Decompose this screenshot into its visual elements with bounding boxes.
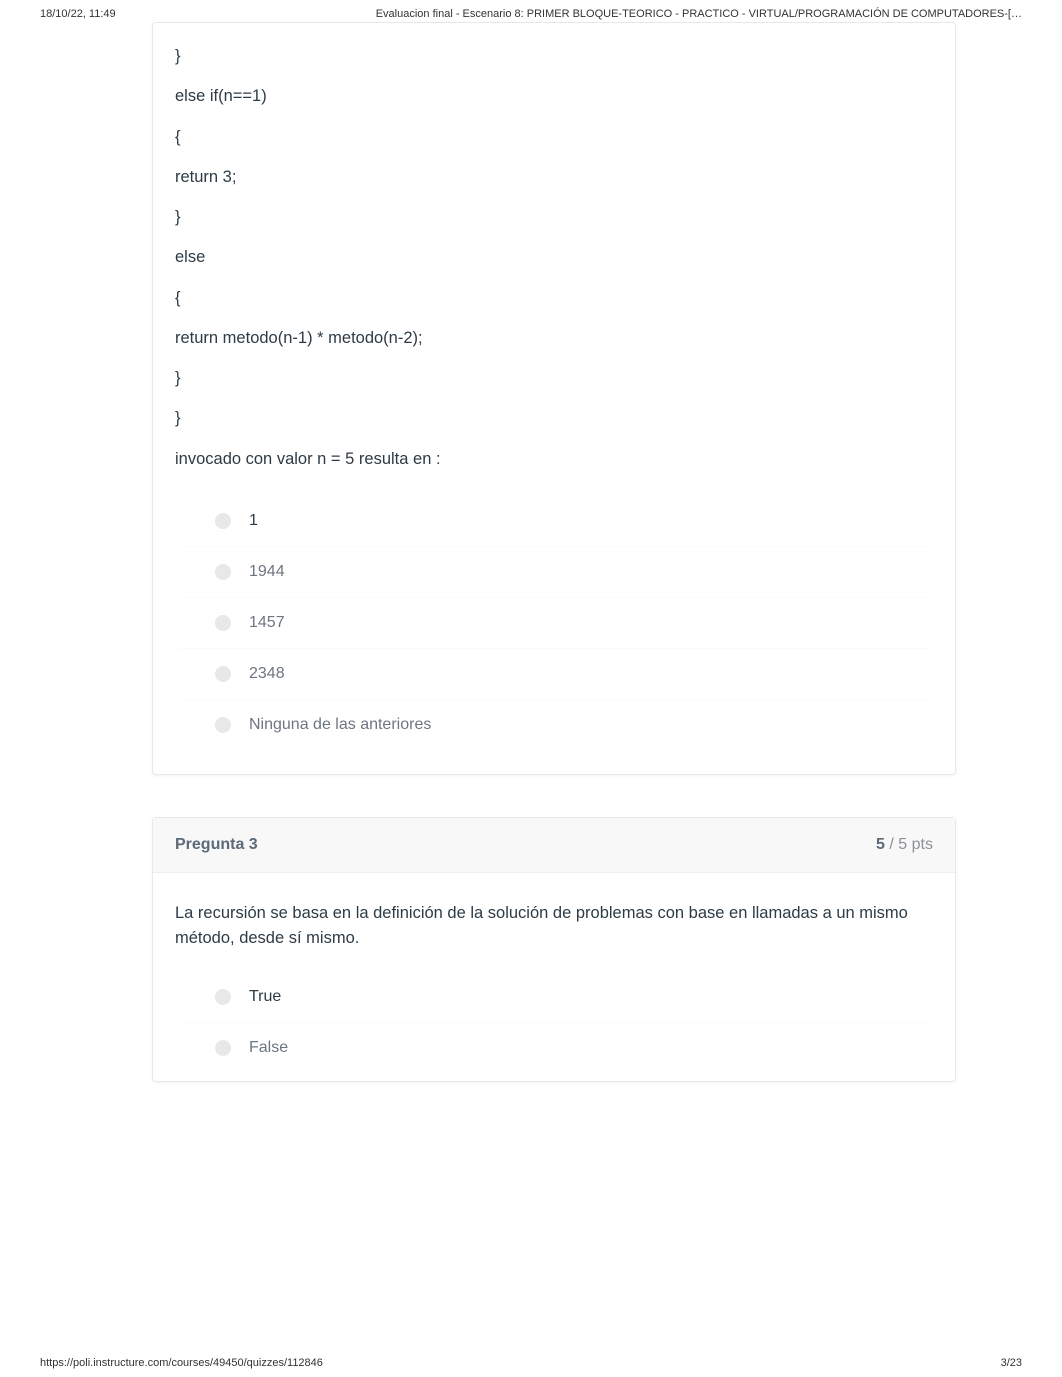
code-line: return metodo(n-1) * metodo(n-2); — [175, 327, 933, 349]
question-2-card: } else if(n==1) { return 3; } else { ret… — [152, 22, 956, 775]
answer-text: 1944 — [249, 563, 285, 581]
answer-text: 2348 — [249, 665, 285, 683]
radio-icon — [215, 615, 231, 631]
content-column: } else if(n==1) { return 3; } else { ret… — [152, 22, 956, 1082]
code-line: } — [175, 367, 933, 389]
footer-url: https://poli.instructure.com/courses/494… — [40, 1357, 323, 1369]
radio-icon — [215, 717, 231, 733]
question-3-title: Pregunta 3 — [175, 836, 258, 854]
answer-option[interactable]: 1457 — [179, 597, 929, 648]
answer-option[interactable]: False — [179, 1022, 929, 1073]
code-line: { — [175, 287, 933, 309]
answer-option[interactable]: 1944 — [179, 546, 929, 597]
code-line: else — [175, 246, 933, 268]
radio-icon — [215, 989, 231, 1005]
question-3-body: La recursión se basa en la definición de… — [153, 873, 955, 1081]
radio-icon — [215, 1040, 231, 1056]
answer-option[interactable]: 2348 — [179, 648, 929, 699]
answer-text: 1457 — [249, 614, 285, 632]
code-line: return 3; — [175, 166, 933, 188]
answer-text: False — [249, 1039, 288, 1057]
points-separator: / — [885, 836, 898, 853]
question-3-card: Pregunta 3 5 / 5 pts La recursión se bas… — [152, 817, 956, 1082]
print-header: 18/10/22, 11:49 Evaluacion final - Escen… — [0, 0, 1062, 22]
question-3-header: Pregunta 3 5 / 5 pts — [153, 818, 955, 873]
code-line: } — [175, 45, 933, 67]
question-2-prompt-tail: invocado con valor n = 5 resulta en : — [175, 448, 933, 470]
answer-text: True — [249, 988, 281, 1006]
code-line: } — [175, 206, 933, 228]
question-3-points: 5 / 5 pts — [876, 836, 933, 854]
points-total: 5 — [898, 836, 907, 853]
print-footer: https://poli.instructure.com/courses/494… — [40, 1357, 1022, 1369]
answer-text: 1 — [249, 512, 258, 530]
answer-text: Ninguna de las anteriores — [249, 716, 431, 734]
points-suffix: pts — [907, 836, 933, 853]
points-earned: 5 — [876, 836, 885, 853]
answer-option[interactable]: Ninguna de las anteriores — [179, 699, 929, 750]
answer-option[interactable]: True — [179, 972, 929, 1022]
code-line: } — [175, 407, 933, 429]
radio-icon — [215, 564, 231, 580]
header-title: Evaluacion final - Escenario 8: PRIMER B… — [376, 8, 1022, 20]
question-3-prompt: La recursión se basa en la definición de… — [175, 901, 933, 952]
code-line: { — [175, 126, 933, 148]
footer-page-number: 3/23 — [1001, 1357, 1022, 1369]
page: 18/10/22, 11:49 Evaluacion final - Escen… — [0, 0, 1062, 1377]
question-2-body: } else if(n==1) { return 3; } else { ret… — [153, 23, 955, 774]
answer-option[interactable]: 1 — [179, 496, 929, 546]
code-line: else if(n==1) — [175, 85, 933, 107]
radio-icon — [215, 666, 231, 682]
header-datetime: 18/10/22, 11:49 — [40, 8, 116, 20]
question-3-answers: True False — [175, 964, 933, 1073]
question-2-answers: 1 1944 1457 2348 — [175, 488, 933, 750]
radio-icon — [215, 513, 231, 529]
